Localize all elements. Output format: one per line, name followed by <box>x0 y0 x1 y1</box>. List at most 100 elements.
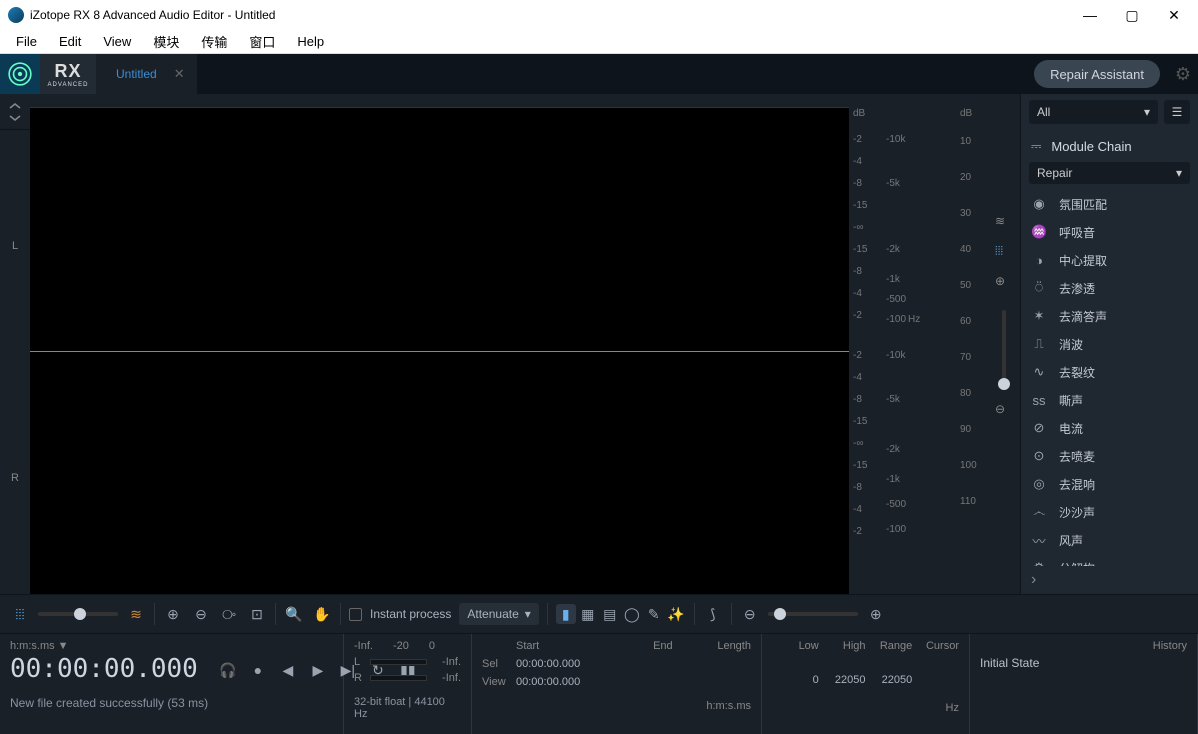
module-de-reverb[interactable]: ◎去混响 <box>1021 470 1198 498</box>
zoom-tool-icon[interactable]: 🔍 <box>284 604 304 624</box>
tab-close-icon[interactable]: ✕ <box>174 66 185 82</box>
harmonics-tool-icon[interactable]: ⟆ <box>703 604 723 624</box>
document-tab[interactable]: Untitled ✕ <box>96 54 198 94</box>
timecode-display[interactable]: 00:00:00.000 <box>10 654 198 684</box>
module-breath-control[interactable]: ♒呼吸音 <box>1021 218 1198 246</box>
time-select-tool-icon[interactable]: ▮ <box>556 604 576 624</box>
zoom-in-vert-icon[interactable]: ⊕ <box>995 274 1013 292</box>
channel-left-label[interactable]: L <box>0 130 30 362</box>
breath-icon: ♒ <box>1031 224 1047 240</box>
module-de-crackle[interactable]: ∿去裂纹 <box>1021 358 1198 386</box>
range-unit-label: h:m:s.ms <box>706 700 751 712</box>
module-de-rustle[interactable]: ෴沙沙声 <box>1021 498 1198 526</box>
lasso-tool-icon[interactable]: ◯ <box>622 604 642 624</box>
waveform-area[interactable] <box>30 94 849 594</box>
history-header: History <box>980 640 1187 652</box>
rewind-icon[interactable]: ◀ <box>278 660 298 680</box>
waveform-spectrogram-slider[interactable] <box>38 612 118 616</box>
meter-r-bar <box>370 675 427 681</box>
daw-link-icon[interactable]: ⚙ <box>1168 64 1198 85</box>
time-freq-select-tool-icon[interactable]: ▦ <box>578 604 598 624</box>
module-deconstruct[interactable]: ⚙分解构 <box>1021 554 1198 566</box>
repair-assistant-button[interactable]: Repair Assistant <box>1034 60 1160 88</box>
collapse-channels-icon[interactable] <box>0 94 30 130</box>
view-start-value[interactable]: 00:00:00.000 <box>516 676 751 688</box>
hz-tick: -500 <box>886 294 906 305</box>
waveform-balance-icon[interactable]: ⦙⦙⦙ <box>10 604 30 624</box>
menu-transport[interactable]: 传输 <box>191 30 237 53</box>
zoom-out-horiz-icon[interactable]: ⊖ <box>740 604 760 624</box>
module-filter-select[interactable]: All ▾ <box>1029 100 1158 124</box>
zoom-fit-icon[interactable]: ⊡ <box>247 604 267 624</box>
freq-high-value[interactable]: 22050 <box>819 674 866 686</box>
ampl-tick: 30 <box>960 208 971 219</box>
range-end-hdr: End <box>594 640 672 652</box>
db-tick: -4 <box>853 372 862 383</box>
instant-process-checkbox[interactable] <box>349 608 362 621</box>
minimize-button[interactable]: — <box>1078 7 1102 24</box>
timeline-ruler[interactable] <box>30 94 849 108</box>
close-button[interactable]: ✕ <box>1162 7 1186 24</box>
wand-tool-icon[interactable]: ✨ <box>666 604 686 624</box>
module-chain-header[interactable]: ⎓ Module Chain <box>1021 130 1198 162</box>
zoom-in-icon[interactable]: ⊕ <box>163 604 183 624</box>
menu-view[interactable]: View <box>93 32 141 51</box>
ampl-tick: 10 <box>960 136 971 147</box>
meter-l-label: L <box>354 656 364 668</box>
freq-low-value[interactable]: 0 <box>772 674 819 686</box>
waveform-mode-icon[interactable]: ⦙⦙⦙ <box>995 244 1013 262</box>
status-bar: h:m:s.ms ▼ 00:00:00.000 🎧 ● ◀ ▶ ▶| ↻ ▮▮ … <box>0 634 1198 734</box>
module-de-bleed[interactable]: ⍥去渗透 <box>1021 274 1198 302</box>
db-tick: -∞ <box>853 438 863 449</box>
menu-file[interactable]: File <box>6 32 47 51</box>
menu-help[interactable]: Help <box>287 32 334 51</box>
horizontal-zoom-slider[interactable] <box>768 612 858 616</box>
db-tick: -2 <box>853 310 862 321</box>
ampl-tick: 80 <box>960 388 971 399</box>
freq-select-tool-icon[interactable]: ▤ <box>600 604 620 624</box>
maximize-button[interactable]: ▢ <box>1120 7 1144 24</box>
ampl-tick: 20 <box>960 172 971 183</box>
module-panel: All ▾ ☰ ⎓ Module Chain Repair ▾ ◉氛围匹配 ♒呼… <box>1020 94 1198 594</box>
module-de-clip[interactable]: ⎍消波 <box>1021 330 1198 358</box>
time-format-label[interactable]: h:m:s.ms ▼ <box>10 640 198 652</box>
module-de-ess[interactable]: ss嘶声 <box>1021 386 1198 414</box>
module-ambience-match[interactable]: ◉氛围匹配 <box>1021 190 1198 218</box>
expand-modules-icon[interactable]: › <box>1021 566 1198 594</box>
waveform-left[interactable] <box>30 108 849 352</box>
history-item[interactable]: Initial State <box>980 656 1187 670</box>
spectrogram-balance-icon[interactable]: ≋ <box>126 604 146 624</box>
hz-tick: -1k <box>886 274 900 285</box>
menu-modules[interactable]: 模块 <box>143 30 189 53</box>
hz-tick: -1k <box>886 474 900 485</box>
ampl-tick: 70 <box>960 352 971 363</box>
freq-range-value[interactable]: 22050 <box>866 674 913 686</box>
attenuate-select[interactable]: Attenuate▾ <box>459 603 538 625</box>
menu-edit[interactable]: Edit <box>49 32 91 51</box>
module-center-extract[interactable]: ◑中心提取 <box>1021 246 1198 274</box>
zoom-out-vert-icon[interactable]: ⊖ <box>995 402 1013 420</box>
brush-tool-icon[interactable]: ✎ <box>644 604 664 624</box>
module-de-hum[interactable]: ⊘电流 <box>1021 414 1198 442</box>
hand-tool-icon[interactable]: ✋ <box>312 604 332 624</box>
spectrogram-settings-icon[interactable]: ≋ <box>995 214 1013 232</box>
waveform-right[interactable] <box>30 352 849 595</box>
repair-category-select[interactable]: Repair ▾ <box>1029 162 1190 184</box>
play-icon[interactable]: ▶ <box>308 660 328 680</box>
zoom-out-icon[interactable]: ⊖ <box>191 604 211 624</box>
module-menu-button[interactable]: ☰ <box>1164 100 1190 124</box>
crackle-icon: ∿ <box>1031 364 1047 380</box>
headphones-icon[interactable]: 🎧 <box>218 660 238 680</box>
channel-gutter: L R <box>0 94 30 594</box>
brand-spiral-icon[interactable] <box>0 54 40 94</box>
module-de-plosive[interactable]: ⊙去喷麦 <box>1021 442 1198 470</box>
channel-right-label[interactable]: R <box>0 362 30 594</box>
record-icon[interactable]: ● <box>248 660 268 680</box>
vertical-zoom-slider[interactable] <box>1002 310 1006 390</box>
zoom-selection-icon[interactable]: ⧂ <box>219 604 239 624</box>
module-de-wind[interactable]: 〰风声 <box>1021 526 1198 554</box>
module-de-click[interactable]: ✶去滴答声 <box>1021 302 1198 330</box>
menu-window[interactable]: 窗口 <box>239 30 285 53</box>
selection-start-value[interactable]: 00:00:00.000 <box>516 658 751 670</box>
zoom-in-horiz-icon[interactable]: ⊕ <box>866 604 886 624</box>
